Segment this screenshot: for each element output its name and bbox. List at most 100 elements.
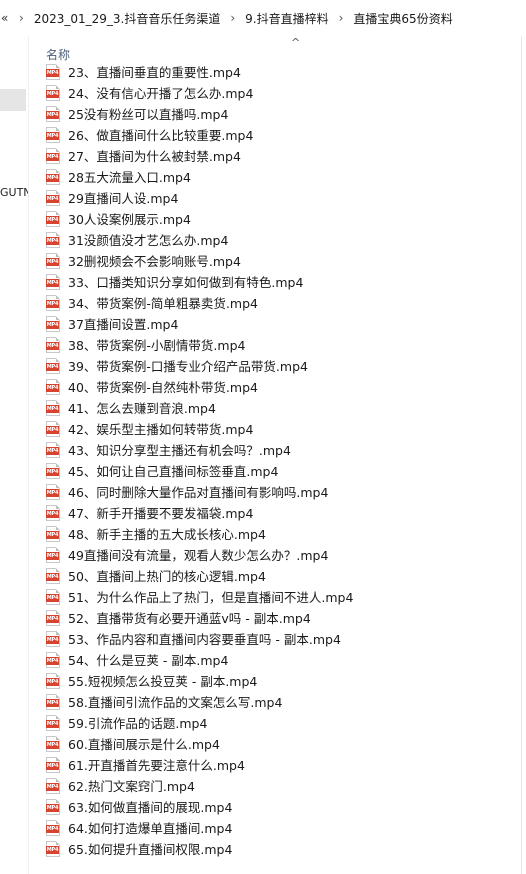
file-row[interactable]: MP4 65.如何提升直播间权限.mp4 (29, 839, 526, 860)
file-name[interactable]: 63.如何做直播间的展现.mp4 (68, 799, 232, 816)
file-name[interactable]: 24、没有信心开播了怎么办.mp4 (68, 85, 253, 102)
file-row[interactable]: MP4 63.如何做直播间的展现.mp4 (29, 797, 526, 818)
mp4-badge-icon: MP4 (46, 426, 59, 434)
mp4-badge-icon: MP4 (46, 321, 59, 329)
file-row[interactable]: MP4 62.热门文案窍门.mp4 (29, 776, 526, 797)
file-name[interactable]: 48、新手主播的五大成长核心.mp4 (68, 526, 266, 543)
file-row[interactable]: MP4 38、带货案例-小剧情带货.mp4 (29, 335, 526, 356)
file-row[interactable]: MP4 53、作品内容和直播间内容要垂直吗 - 副本.mp4 (29, 629, 526, 650)
video-file-icon: MP4 (46, 253, 60, 269)
file-name[interactable]: 37直播间设置.mp4 (68, 316, 178, 333)
file-row[interactable]: MP4 49直播间没有流量，观看人数少怎么办？.mp4 (29, 545, 526, 566)
file-row[interactable]: MP4 41、怎么去赚到音浪.mp4 (29, 398, 526, 419)
breadcrumb-item-task-channel[interactable]: 2023_01_29_3.抖音音乐任务渠道 (28, 10, 227, 27)
file-name[interactable]: 34、带货案例-简单粗暴卖货.mp4 (68, 295, 258, 312)
file-row[interactable]: MP4 37直播间设置.mp4 (29, 314, 526, 335)
video-file-icon: MP4 (46, 295, 60, 311)
nav-item-partial-label[interactable]: GUTN (0, 186, 28, 199)
file-row[interactable]: MP4 55.短视频怎么投豆荚 - 副本.mp4 (29, 671, 526, 692)
file-row[interactable]: MP4 50、直播间上热门的核心逻辑.mp4 (29, 566, 526, 587)
file-row[interactable]: MP4 47、新手开播要不要发福袋.mp4 (29, 503, 526, 524)
file-name[interactable]: 28五大流量入口.mp4 (68, 169, 191, 186)
file-row[interactable]: MP4 58.直播间引流作品的文案怎么写.mp4 (29, 692, 526, 713)
file-row[interactable]: MP4 32删视频会不会影响账号.mp4 (29, 251, 526, 272)
file-name[interactable]: 38、带货案例-小剧情带货.mp4 (68, 337, 245, 354)
file-row[interactable]: MP4 52、直播带货有必要开通蓝v吗 - 副本.mp4 (29, 608, 526, 629)
file-name[interactable]: 40、带货案例-自然纯朴带货.mp4 (68, 379, 258, 396)
file-row[interactable]: MP4 59.引流作品的话题.mp4 (29, 713, 526, 734)
file-name[interactable]: 54、什么是豆荚 - 副本.mp4 (68, 652, 228, 669)
file-name[interactable]: 33、口播类知识分享如何做到有特色.mp4 (68, 274, 303, 291)
file-name[interactable]: 53、作品内容和直播间内容要垂直吗 - 副本.mp4 (68, 631, 341, 648)
file-row[interactable]: MP4 46、同时删除大量作品对直播间有影响吗.mp4 (29, 482, 526, 503)
file-name[interactable]: 29直播间人设.mp4 (68, 190, 178, 207)
file-name[interactable]: 32删视频会不会影响账号.mp4 (68, 253, 241, 270)
file-name[interactable]: 55.短视频怎么投豆荚 - 副本.mp4 (68, 673, 257, 690)
file-name[interactable]: 51、为什么作品上了热门，但是直播间不进人.mp4 (68, 589, 353, 606)
file-name[interactable]: 26、做直播间什么比较重要.mp4 (68, 127, 253, 144)
file-name[interactable]: 49直播间没有流量，观看人数少怎么办？.mp4 (68, 547, 328, 564)
file-name[interactable]: 59.引流作品的话题.mp4 (68, 715, 207, 732)
file-row[interactable]: MP4 23、直播间垂直的重要性.mp4 (29, 62, 526, 83)
chevron-right-icon[interactable]: › (15, 11, 28, 25)
file-name[interactable]: 61.开直播首先要注意什么.mp4 (68, 757, 245, 774)
page-fold-icon (56, 295, 60, 299)
file-row[interactable]: MP4 42、娱乐型主播如何转带货.mp4 (29, 419, 526, 440)
file-row[interactable]: MP4 29直播间人设.mp4 (29, 188, 526, 209)
breadcrumb-item-live-materials[interactable]: 9.抖音直播梓料 (239, 10, 334, 27)
file-row[interactable]: MP4 26、做直播间什么比较重要.mp4 (29, 125, 526, 146)
file-row[interactable]: MP4 45、如何让自己直播间标签垂直.mp4 (29, 461, 526, 482)
file-row[interactable]: MP4 25没有粉丝可以直播吗.mp4 (29, 104, 526, 125)
file-row[interactable]: MP4 27、直播间为什么被封禁.mp4 (29, 146, 526, 167)
file-name[interactable]: 62.热门文案窍门.mp4 (68, 778, 195, 795)
file-name[interactable]: 65.如何提升直播间权限.mp4 (68, 841, 232, 858)
file-name[interactable]: 52、直播带货有必要开通蓝v吗 - 副本.mp4 (68, 610, 311, 627)
page-fold-icon (56, 232, 60, 236)
file-row[interactable]: MP4 40、带货案例-自然纯朴带货.mp4 (29, 377, 526, 398)
chevron-right-icon[interactable]: › (335, 11, 348, 25)
breadcrumb-item-current-folder[interactable]: 直播宝典65份资料 (347, 10, 458, 27)
file-row[interactable]: MP4 34、带货案例-简单粗暴卖货.mp4 (29, 293, 526, 314)
file-row[interactable]: MP4 64.如何打造爆单直播间.mp4 (29, 818, 526, 839)
mp4-badge-icon: MP4 (46, 153, 59, 161)
file-name[interactable]: 45、如何让自己直播间标签垂直.mp4 (68, 463, 278, 480)
file-row[interactable]: MP4 39、带货案例-口播专业介绍产品带货.mp4 (29, 356, 526, 377)
file-name[interactable]: 31没颜值没才艺怎么办.mp4 (68, 232, 228, 249)
file-row[interactable]: MP4 60.直播间展示是什么.mp4 (29, 734, 526, 755)
page-fold-icon (56, 211, 60, 215)
file-explorer-window: « › 2023_01_29_3.抖音音乐任务渠道 › 9.抖音直播梓料 › 直… (0, 0, 526, 874)
file-name[interactable]: 42、娱乐型主播如何转带货.mp4 (68, 421, 253, 438)
file-row[interactable]: MP4 43、知识分享型主播还有机会吗？.mp4 (29, 440, 526, 461)
video-file-icon: MP4 (46, 820, 60, 836)
file-row[interactable]: MP4 28五大流量入口.mp4 (29, 167, 526, 188)
file-row[interactable]: MP4 30人设案例展示.mp4 (29, 209, 526, 230)
mp4-badge-icon: MP4 (46, 90, 59, 98)
file-row[interactable]: MP4 33、口播类知识分享如何做到有特色.mp4 (29, 272, 526, 293)
file-row[interactable]: MP4 48、新手主播的五大成长核心.mp4 (29, 524, 526, 545)
file-row[interactable]: MP4 31没颜值没才艺怎么办.mp4 (29, 230, 526, 251)
mp4-badge-icon: MP4 (46, 384, 59, 392)
mp4-badge-icon: MP4 (46, 279, 59, 287)
file-name[interactable]: 43、知识分享型主播还有机会吗？.mp4 (68, 442, 291, 459)
file-row[interactable]: MP4 24、没有信心开播了怎么办.mp4 (29, 83, 526, 104)
chevron-right-icon[interactable]: › (226, 11, 239, 25)
file-name[interactable]: 30人设案例展示.mp4 (68, 211, 191, 228)
file-name[interactable]: 64.如何打造爆单直播间.mp4 (68, 820, 232, 837)
page-fold-icon (56, 778, 60, 782)
file-name[interactable]: 23、直播间垂直的重要性.mp4 (68, 64, 241, 81)
file-name[interactable]: 58.直播间引流作品的文案怎么写.mp4 (68, 694, 282, 711)
file-row[interactable]: MP4 61.开直播首先要注意什么.mp4 (29, 755, 526, 776)
breadcrumb-overflow-button[interactable]: « (0, 11, 15, 25)
file-name[interactable]: 50、直播间上热门的核心逻辑.mp4 (68, 568, 266, 585)
file-name[interactable]: 47、新手开播要不要发福袋.mp4 (68, 505, 253, 522)
nav-item-selected[interactable] (0, 89, 26, 111)
file-name[interactable]: 39、带货案例-口播专业介绍产品带货.mp4 (68, 358, 308, 375)
file-row[interactable]: MP4 51、为什么作品上了热门，但是直播间不进人.mp4 (29, 587, 526, 608)
column-header-name[interactable]: 名称 (46, 46, 70, 63)
file-name[interactable]: 27、直播间为什么被封禁.mp4 (68, 148, 241, 165)
file-name[interactable]: 41、怎么去赚到音浪.mp4 (68, 400, 216, 417)
file-name[interactable]: 60.直播间展示是什么.mp4 (68, 736, 220, 753)
file-name[interactable]: 46、同时删除大量作品对直播间有影响吗.mp4 (68, 484, 328, 501)
file-row[interactable]: MP4 54、什么是豆荚 - 副本.mp4 (29, 650, 526, 671)
file-name[interactable]: 25没有粉丝可以直播吗.mp4 (68, 106, 228, 123)
